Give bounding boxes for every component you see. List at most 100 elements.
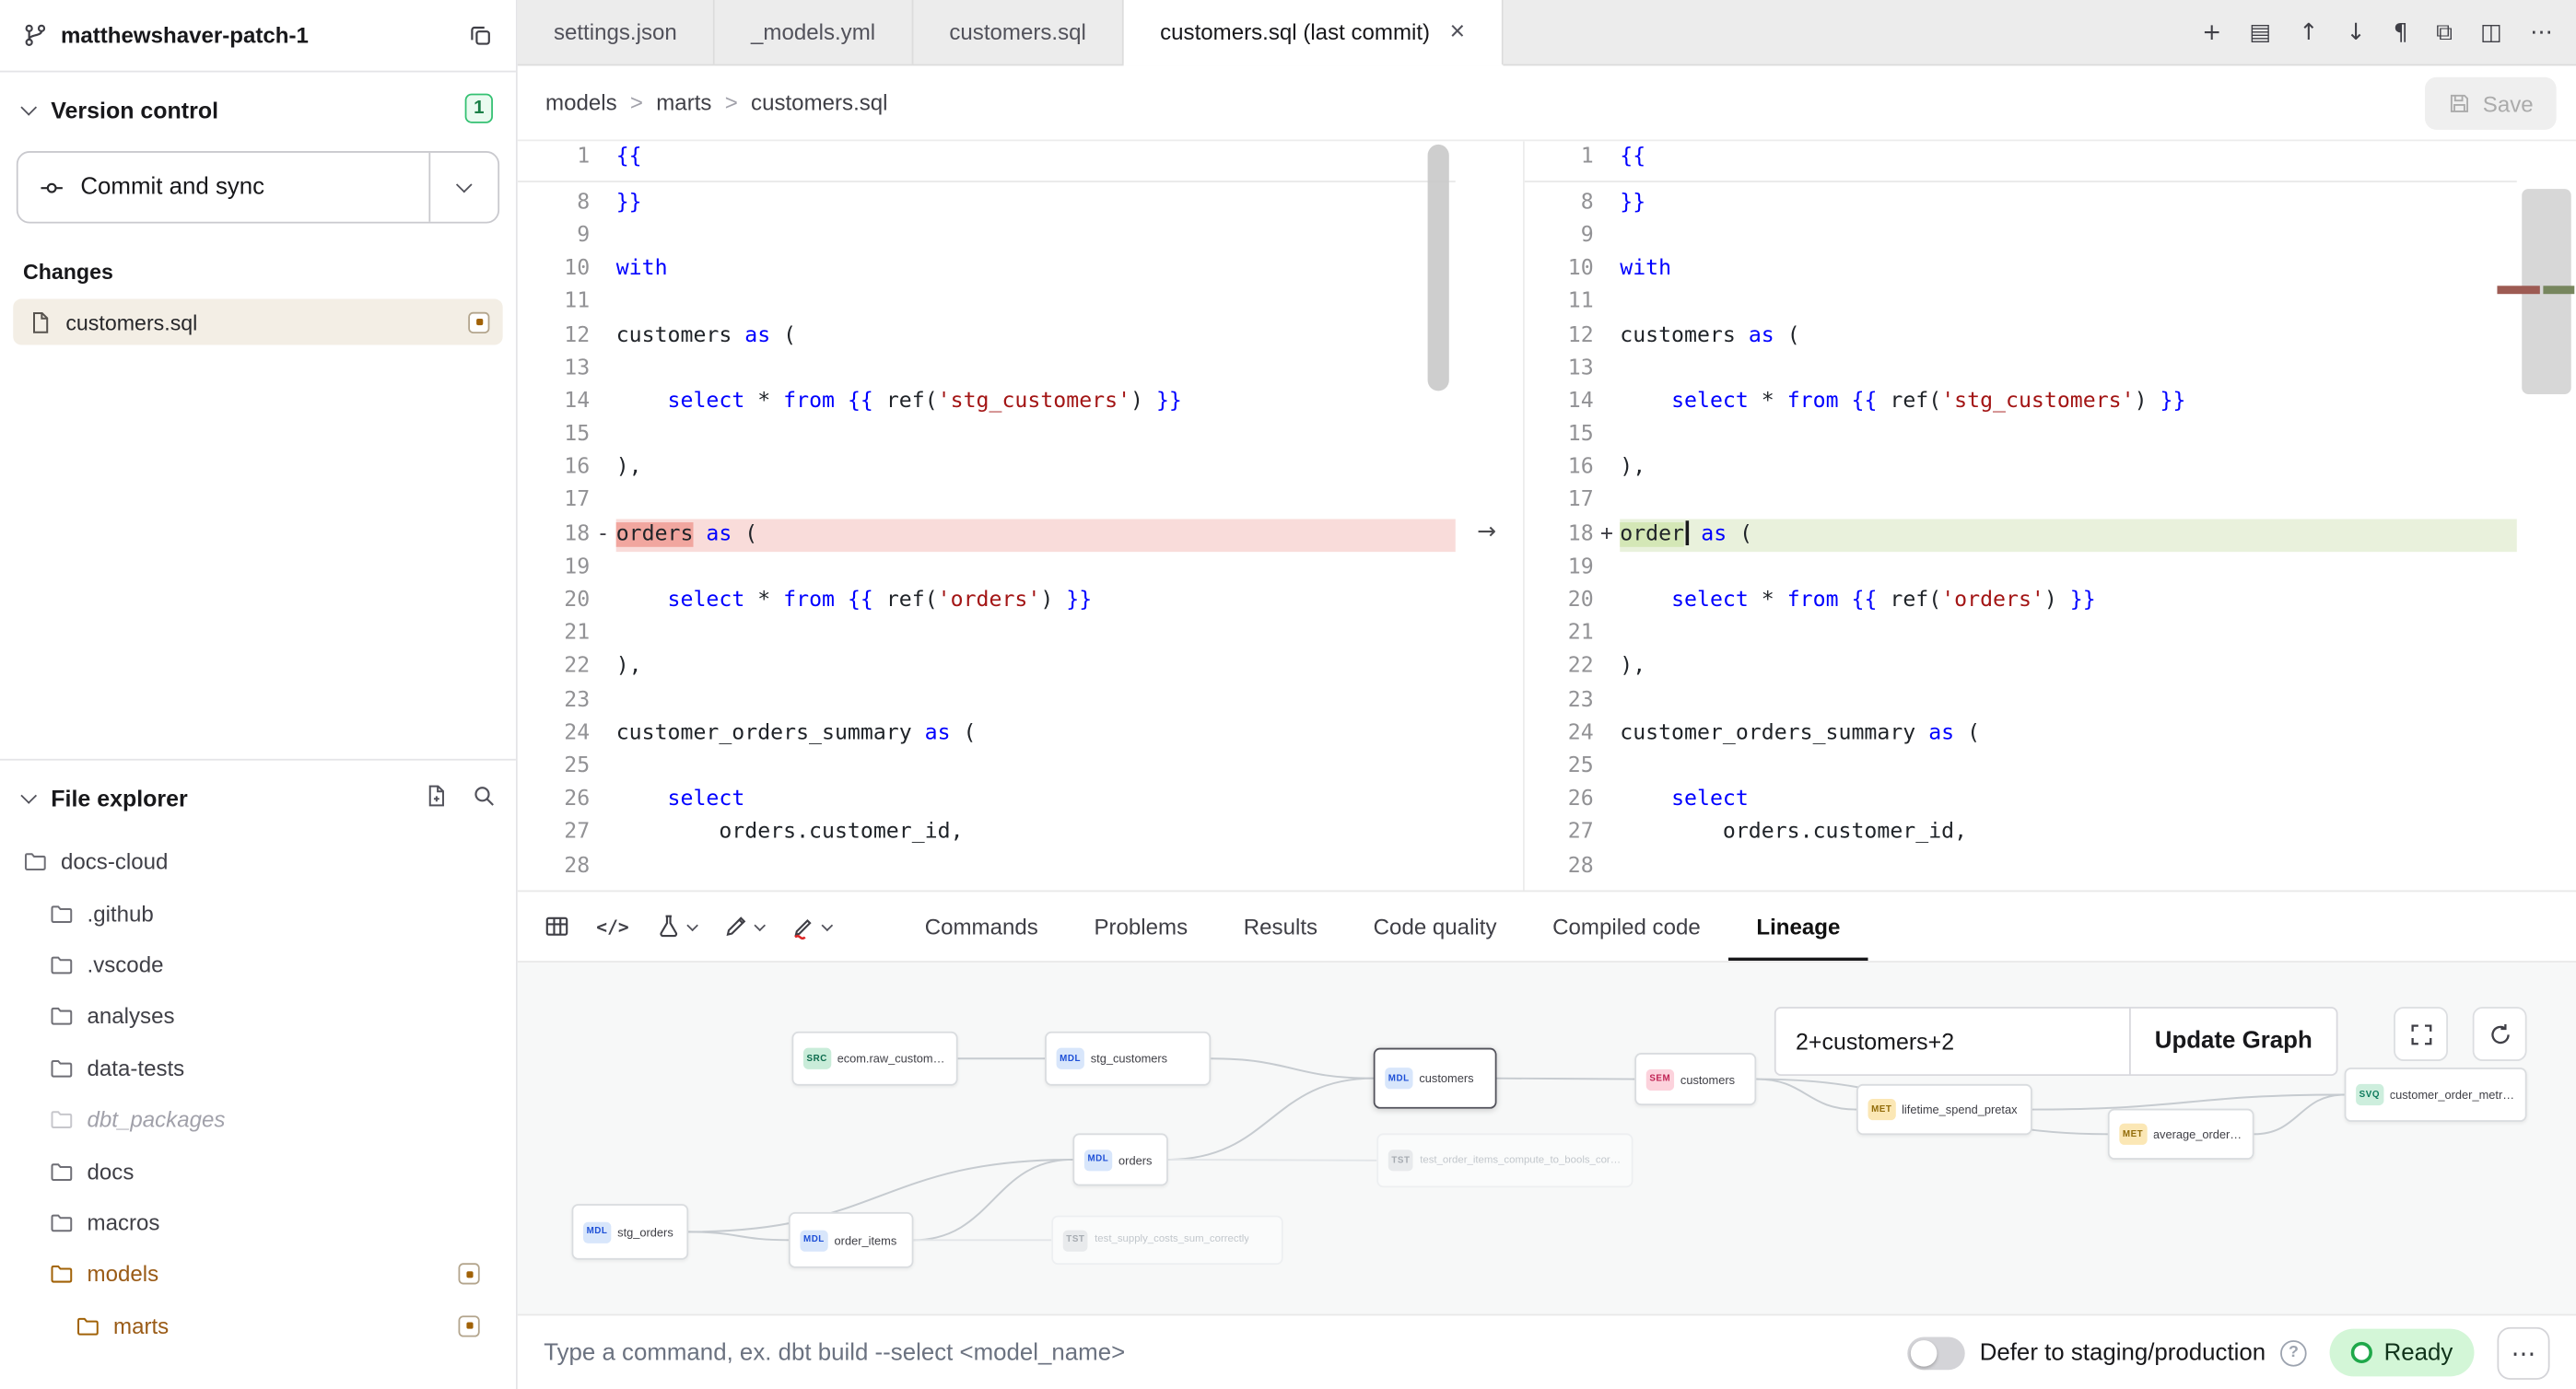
changes-section-label: Changes (0, 224, 516, 299)
lineage-node-lifetime_spend_pretax[interactable]: METlifetime_spend_pretax (1856, 1084, 2032, 1135)
changed-file[interactable]: customers.sql (13, 299, 502, 345)
file-explorer-item-data-tests[interactable]: data-tests (0, 1043, 516, 1094)
file-explorer-item-docs[interactable]: docs (0, 1146, 516, 1197)
panel-tab-commands[interactable]: Commands (896, 892, 1066, 961)
node-type-badge: MDL (583, 1221, 611, 1243)
breadcrumb-item[interactable]: models (545, 90, 617, 115)
move-up-icon[interactable]: ↑ (2299, 21, 2318, 44)
lineage-node-stg_customers[interactable]: MDLstg_customers (1045, 1032, 1211, 1086)
diff-editor[interactable]: 1{{8}}910with1112customers as (1314 sele… (518, 141, 2576, 890)
folder-icon (49, 1056, 74, 1080)
save-button[interactable]: Save (2425, 77, 2556, 130)
format-document-icon[interactable]: ¶ (2394, 21, 2408, 44)
diff-pane-modified[interactable]: 1{{8}}910with1112customers as (1314 sele… (1523, 141, 2517, 890)
panel-tab-problems[interactable]: Problems (1066, 892, 1215, 961)
lineage-node-test_supply_costs[interactable]: TSTtest_supply_costs_sum_correctly (1051, 1216, 1282, 1265)
commit-options-dropdown[interactable] (428, 153, 498, 222)
file-explorer-item--github[interactable]: .github (0, 888, 516, 940)
lineage-node-order_items[interactable]: MDLorder_items (789, 1212, 914, 1268)
status-badge[interactable]: Ready (2330, 1329, 2475, 1377)
diff-marker (1594, 817, 1621, 850)
diff-pane-original[interactable]: 1{{8}}910with1112customers as (1314 sele… (518, 141, 1456, 890)
build-menu[interactable] (655, 913, 697, 940)
command-input[interactable] (544, 1339, 1884, 1366)
more-actions-icon[interactable]: ⋯ (2530, 21, 2553, 44)
folder-icon (49, 1159, 74, 1184)
format-menu[interactable] (722, 913, 764, 940)
code-text (616, 684, 1456, 718)
file-explorer-item--vscode[interactable]: .vscode (0, 940, 516, 991)
lineage-canvas[interactable]: Update Graph SRCecom.raw_customers MDLstg… (518, 963, 2576, 1314)
file-explorer-item-marts[interactable]: marts (0, 1300, 516, 1351)
version-control-header[interactable]: Version control 1 (0, 72, 516, 137)
panel-tab-code-quality[interactable]: Code quality (1345, 892, 1524, 961)
line-number: 25 (518, 751, 590, 784)
code-line: 13 (1525, 353, 2517, 386)
update-graph-button[interactable]: Update Graph (2129, 1007, 2337, 1076)
editor-list-icon[interactable]: ▤ (2249, 21, 2271, 44)
code-line: 9 (518, 220, 1456, 253)
breadcrumb-item[interactable]: marts (656, 90, 711, 115)
lineage-node-customers_sem[interactable]: SEMcustomers (1634, 1053, 1756, 1105)
commit-button-label: Commit and sync (80, 174, 264, 201)
panel-tab-results[interactable]: Results (1215, 892, 1345, 961)
diff-marker (590, 850, 616, 883)
breadcrumb-item[interactable]: customers.sql (751, 90, 888, 115)
help-icon[interactable]: ? (2280, 1339, 2307, 1366)
new-tab-icon[interactable]: + (2202, 21, 2221, 44)
file-explorer-item-analyses[interactable]: analyses (0, 991, 516, 1043)
panel-tab-compiled-code[interactable]: Compiled code (1525, 892, 1728, 961)
refresh-button[interactable] (2473, 1007, 2527, 1061)
results-table-icon[interactable] (544, 913, 570, 940)
code-icon[interactable]: </> (596, 916, 628, 937)
docs-icon[interactable]: ⧉ (2436, 21, 2453, 44)
file-explorer-item-models[interactable]: models (0, 1248, 516, 1300)
code-text: customer_orders_summary as ( (1620, 718, 2517, 751)
modified-dot (466, 1271, 473, 1278)
new-file-icon[interactable] (424, 784, 449, 809)
file-label: docs-cloud (61, 849, 168, 874)
file-explorer-item-docs-cloud[interactable]: docs-cloud (0, 836, 516, 888)
editor-tab[interactable]: settings.json (518, 0, 715, 64)
editor-tab[interactable]: _models.yml (715, 0, 913, 64)
search-icon[interactable] (472, 784, 497, 809)
vertical-scrollbar[interactable] (1428, 145, 1449, 391)
lineage-node-raw_customers[interactable]: SRCecom.raw_customers (792, 1032, 958, 1086)
fullscreen-button[interactable] (2394, 1007, 2448, 1061)
copy-icon[interactable] (468, 23, 493, 48)
node-type-badge: SEM (1646, 1068, 1674, 1090)
file-explorer-item-macros[interactable]: macros (0, 1196, 516, 1248)
file-explorer-item-dbt-packages[interactable]: dbt_packages (0, 1094, 516, 1146)
split-editor-icon[interactable]: ◫ (2480, 21, 2502, 44)
commit-and-sync-button[interactable]: Commit and sync (17, 151, 499, 223)
more-options-button[interactable]: ⋯ (2497, 1326, 2549, 1379)
line-number: 8 (518, 187, 590, 220)
editor-tab[interactable]: customers.sql (913, 0, 1124, 64)
code-text: with (616, 253, 1456, 286)
close-icon[interactable]: × (1449, 19, 1465, 46)
overview-ruler[interactable] (2517, 141, 2576, 890)
lint-fix-menu[interactable] (790, 913, 831, 940)
lineage-selector-input[interactable] (1774, 1007, 2131, 1076)
file-explorer-header[interactable]: File explorer (0, 761, 516, 826)
node-label: orders (1118, 1152, 1152, 1167)
editor-tab[interactable]: customers.sql (last commit)× (1124, 0, 1503, 65)
code-text (616, 751, 1456, 784)
lineage-node-average_order_value[interactable]: METaverage_order_value (2108, 1109, 2254, 1160)
lineage-node-stg_orders[interactable]: MDLstg_orders (572, 1204, 689, 1260)
panel-tab-lineage[interactable]: Lineage (1728, 892, 1868, 961)
file-label: analyses (88, 1004, 175, 1029)
code-text (1620, 286, 2517, 320)
tab-label: customers.sql (949, 19, 1086, 44)
lineage-node-test_order_items[interactable]: TSTtest_order_items_compute_to_bools_cor… (1376, 1133, 1633, 1187)
defer-toggle[interactable] (1907, 1336, 1964, 1370)
lineage-node-customers[interactable]: MDLcustomers (1374, 1048, 1497, 1109)
branch-selector[interactable]: matthewshaver-patch-1 (0, 0, 516, 72)
lineage-node-customer_order_metrics[interactable]: SVQcustomer_order_metrics (2345, 1068, 2527, 1122)
code-line: 20 select * from {{ ref('orders') }} (518, 585, 1456, 618)
lineage-node-orders[interactable]: MDLorders (1072, 1133, 1167, 1185)
move-down-icon[interactable]: ↓ (2347, 21, 2366, 44)
revert-change-arrow-icon[interactable]: → (1477, 519, 1496, 545)
file-label: .vscode (88, 952, 164, 977)
code-line: 12customers as ( (518, 320, 1456, 353)
